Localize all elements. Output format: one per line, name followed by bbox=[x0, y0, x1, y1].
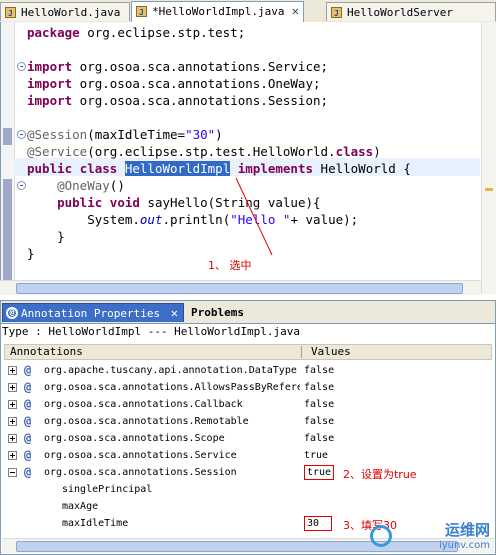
annotation-icon: @ bbox=[24, 397, 32, 411]
tab-problems[interactable]: Problems bbox=[185, 303, 255, 322]
watermark-title: 运维网 bbox=[444, 521, 490, 539]
panel-horizontal-scrollbar[interactable] bbox=[2, 538, 494, 553]
close-icon[interactable]: ✕ bbox=[171, 304, 178, 323]
watermark-url: iyunv.com bbox=[438, 540, 490, 551]
editor-vertical-scrollbar[interactable] bbox=[481, 22, 496, 294]
expand-icon[interactable] bbox=[8, 434, 17, 443]
table-row[interactable]: @ org.osoa.sca.annotations.Service true bbox=[4, 447, 492, 464]
watermark: 运维网 iyunv.com bbox=[439, 519, 490, 551]
table-row[interactable]: @ org.osoa.sca.annotations.AllowsPassByR… bbox=[4, 379, 492, 396]
overview-marker bbox=[485, 188, 493, 191]
expand-icon[interactable] bbox=[8, 417, 17, 426]
table-row[interactable]: @ org.apache.tuscany.api.annotation.Data… bbox=[4, 362, 492, 379]
scrollbar-thumb[interactable] bbox=[16, 541, 458, 552]
table-row[interactable]: maxAge bbox=[4, 498, 492, 515]
session-value-cell[interactable]: true bbox=[304, 465, 335, 480]
column-header-values[interactable]: Values bbox=[311, 345, 351, 359]
max-idle-time-input[interactable]: 30 bbox=[304, 516, 333, 531]
table-row[interactable]: @ org.osoa.sca.annotations.Callback false bbox=[4, 396, 492, 413]
editor-horizontal-scrollbar[interactable] bbox=[0, 280, 481, 295]
callout-select-label: 1、 选中 bbox=[208, 259, 252, 272]
type-info: Type : HelloWorldImpl --- HelloWorldImpl… bbox=[2, 325, 301, 338]
view-tab-strip: @ Annotation Properties ✕ Problems bbox=[1, 301, 495, 324]
annotation-icon: @ bbox=[6, 307, 18, 319]
annotation-icon: @ bbox=[24, 380, 32, 394]
annotation-icon: @ bbox=[24, 465, 32, 479]
annotation-icon: @ bbox=[24, 414, 32, 428]
column-header-annotations[interactable]: Annotations bbox=[10, 345, 83, 359]
callout-set-true-label: 2、设置为true bbox=[343, 468, 417, 481]
expand-icon[interactable] bbox=[8, 383, 17, 392]
table-row[interactable]: @ org.osoa.sca.annotations.Scope false bbox=[4, 430, 492, 447]
annotation-icon: @ bbox=[24, 363, 32, 377]
table-row[interactable]: @ org.osoa.sca.annotations.Remotable fals… bbox=[4, 413, 492, 430]
annotation-icon: @ bbox=[24, 448, 32, 462]
expand-icon[interactable] bbox=[8, 451, 17, 460]
scrollbar-thumb[interactable] bbox=[16, 283, 463, 294]
table-header: Annotations Values bbox=[4, 344, 492, 360]
table-row[interactable]: singlePrincipal bbox=[4, 481, 492, 498]
expand-icon[interactable] bbox=[8, 366, 17, 375]
column-divider[interactable] bbox=[301, 346, 302, 358]
collapse-icon[interactable] bbox=[8, 468, 17, 477]
table-row[interactable]: maxIdleTime 30 bbox=[4, 515, 492, 532]
table-row[interactable]: @ org.osoa.sca.annotations.Session true bbox=[4, 464, 492, 481]
annotation-icon: @ bbox=[24, 431, 32, 445]
watermark-logo-icon bbox=[370, 525, 392, 547]
expand-icon[interactable] bbox=[8, 400, 17, 409]
callout-arrow bbox=[235, 177, 273, 256]
tab-annotation-properties[interactable]: @ Annotation Properties ✕ bbox=[2, 303, 184, 322]
